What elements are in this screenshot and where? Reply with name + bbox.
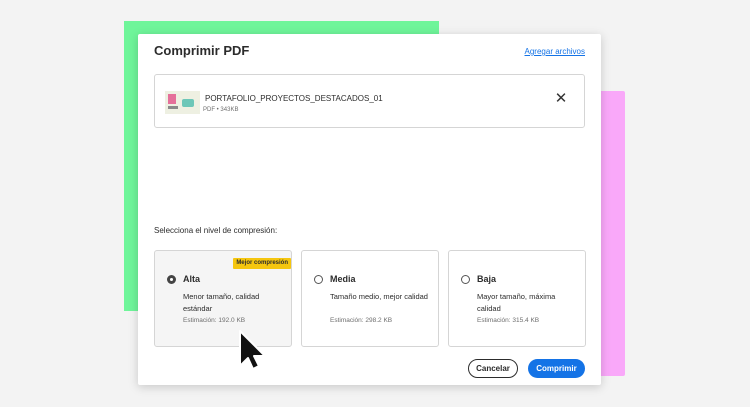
option-title: Alta: [183, 274, 201, 284]
compression-prompt: Selecciona el nivel de compresión:: [154, 226, 278, 235]
radio-baja[interactable]: [461, 275, 470, 284]
option-alta[interactable]: Mejor compresión Alta Menor tamaño, cali…: [154, 250, 292, 347]
option-estimate: Estimación: 192.0 KB: [183, 317, 246, 324]
pointer-cursor-icon: [239, 330, 266, 370]
close-icon[interactable]: ✕: [554, 91, 568, 106]
option-baja[interactable]: Baja Mayor tamaño, máxima calidad Estima…: [448, 250, 586, 347]
file-name: PORTAFOLIO_PROYECTOS_DESTACADOS_01: [205, 94, 383, 103]
dialog-title: Comprimir PDF: [154, 43, 250, 58]
compress-pdf-dialog: Comprimir PDF Agregar archivos PORTAFOLI…: [138, 34, 601, 385]
option-description: Tamaño medio, mejor calidad: [330, 292, 428, 301]
add-files-link[interactable]: Agregar archivos: [525, 47, 585, 56]
option-title: Media: [330, 274, 356, 284]
option-estimate: Estimación: 315.4 KB: [477, 317, 540, 324]
file-card: PORTAFOLIO_PROYECTOS_DESTACADOS_01 PDF •…: [154, 74, 585, 128]
option-media[interactable]: Media Tamaño medio, mejor calidad Estima…: [301, 250, 439, 347]
compress-button[interactable]: Comprimir: [528, 359, 585, 378]
file-thumbnail: [165, 91, 200, 114]
option-description: Menor tamaño, calidad estándar: [183, 292, 260, 313]
radio-media[interactable]: [314, 275, 323, 284]
file-meta: PDF • 343KB: [203, 107, 239, 113]
radio-alta[interactable]: [167, 275, 176, 284]
option-title: Baja: [477, 274, 497, 284]
option-estimate: Estimación: 298.2 KB: [330, 317, 393, 324]
best-compression-badge: Mejor compresión: [233, 258, 291, 269]
cancel-button[interactable]: Cancelar: [468, 359, 518, 378]
decorative-pink-panel: [598, 91, 625, 376]
option-description: Mayor tamaño, máxima calidad: [477, 292, 556, 313]
